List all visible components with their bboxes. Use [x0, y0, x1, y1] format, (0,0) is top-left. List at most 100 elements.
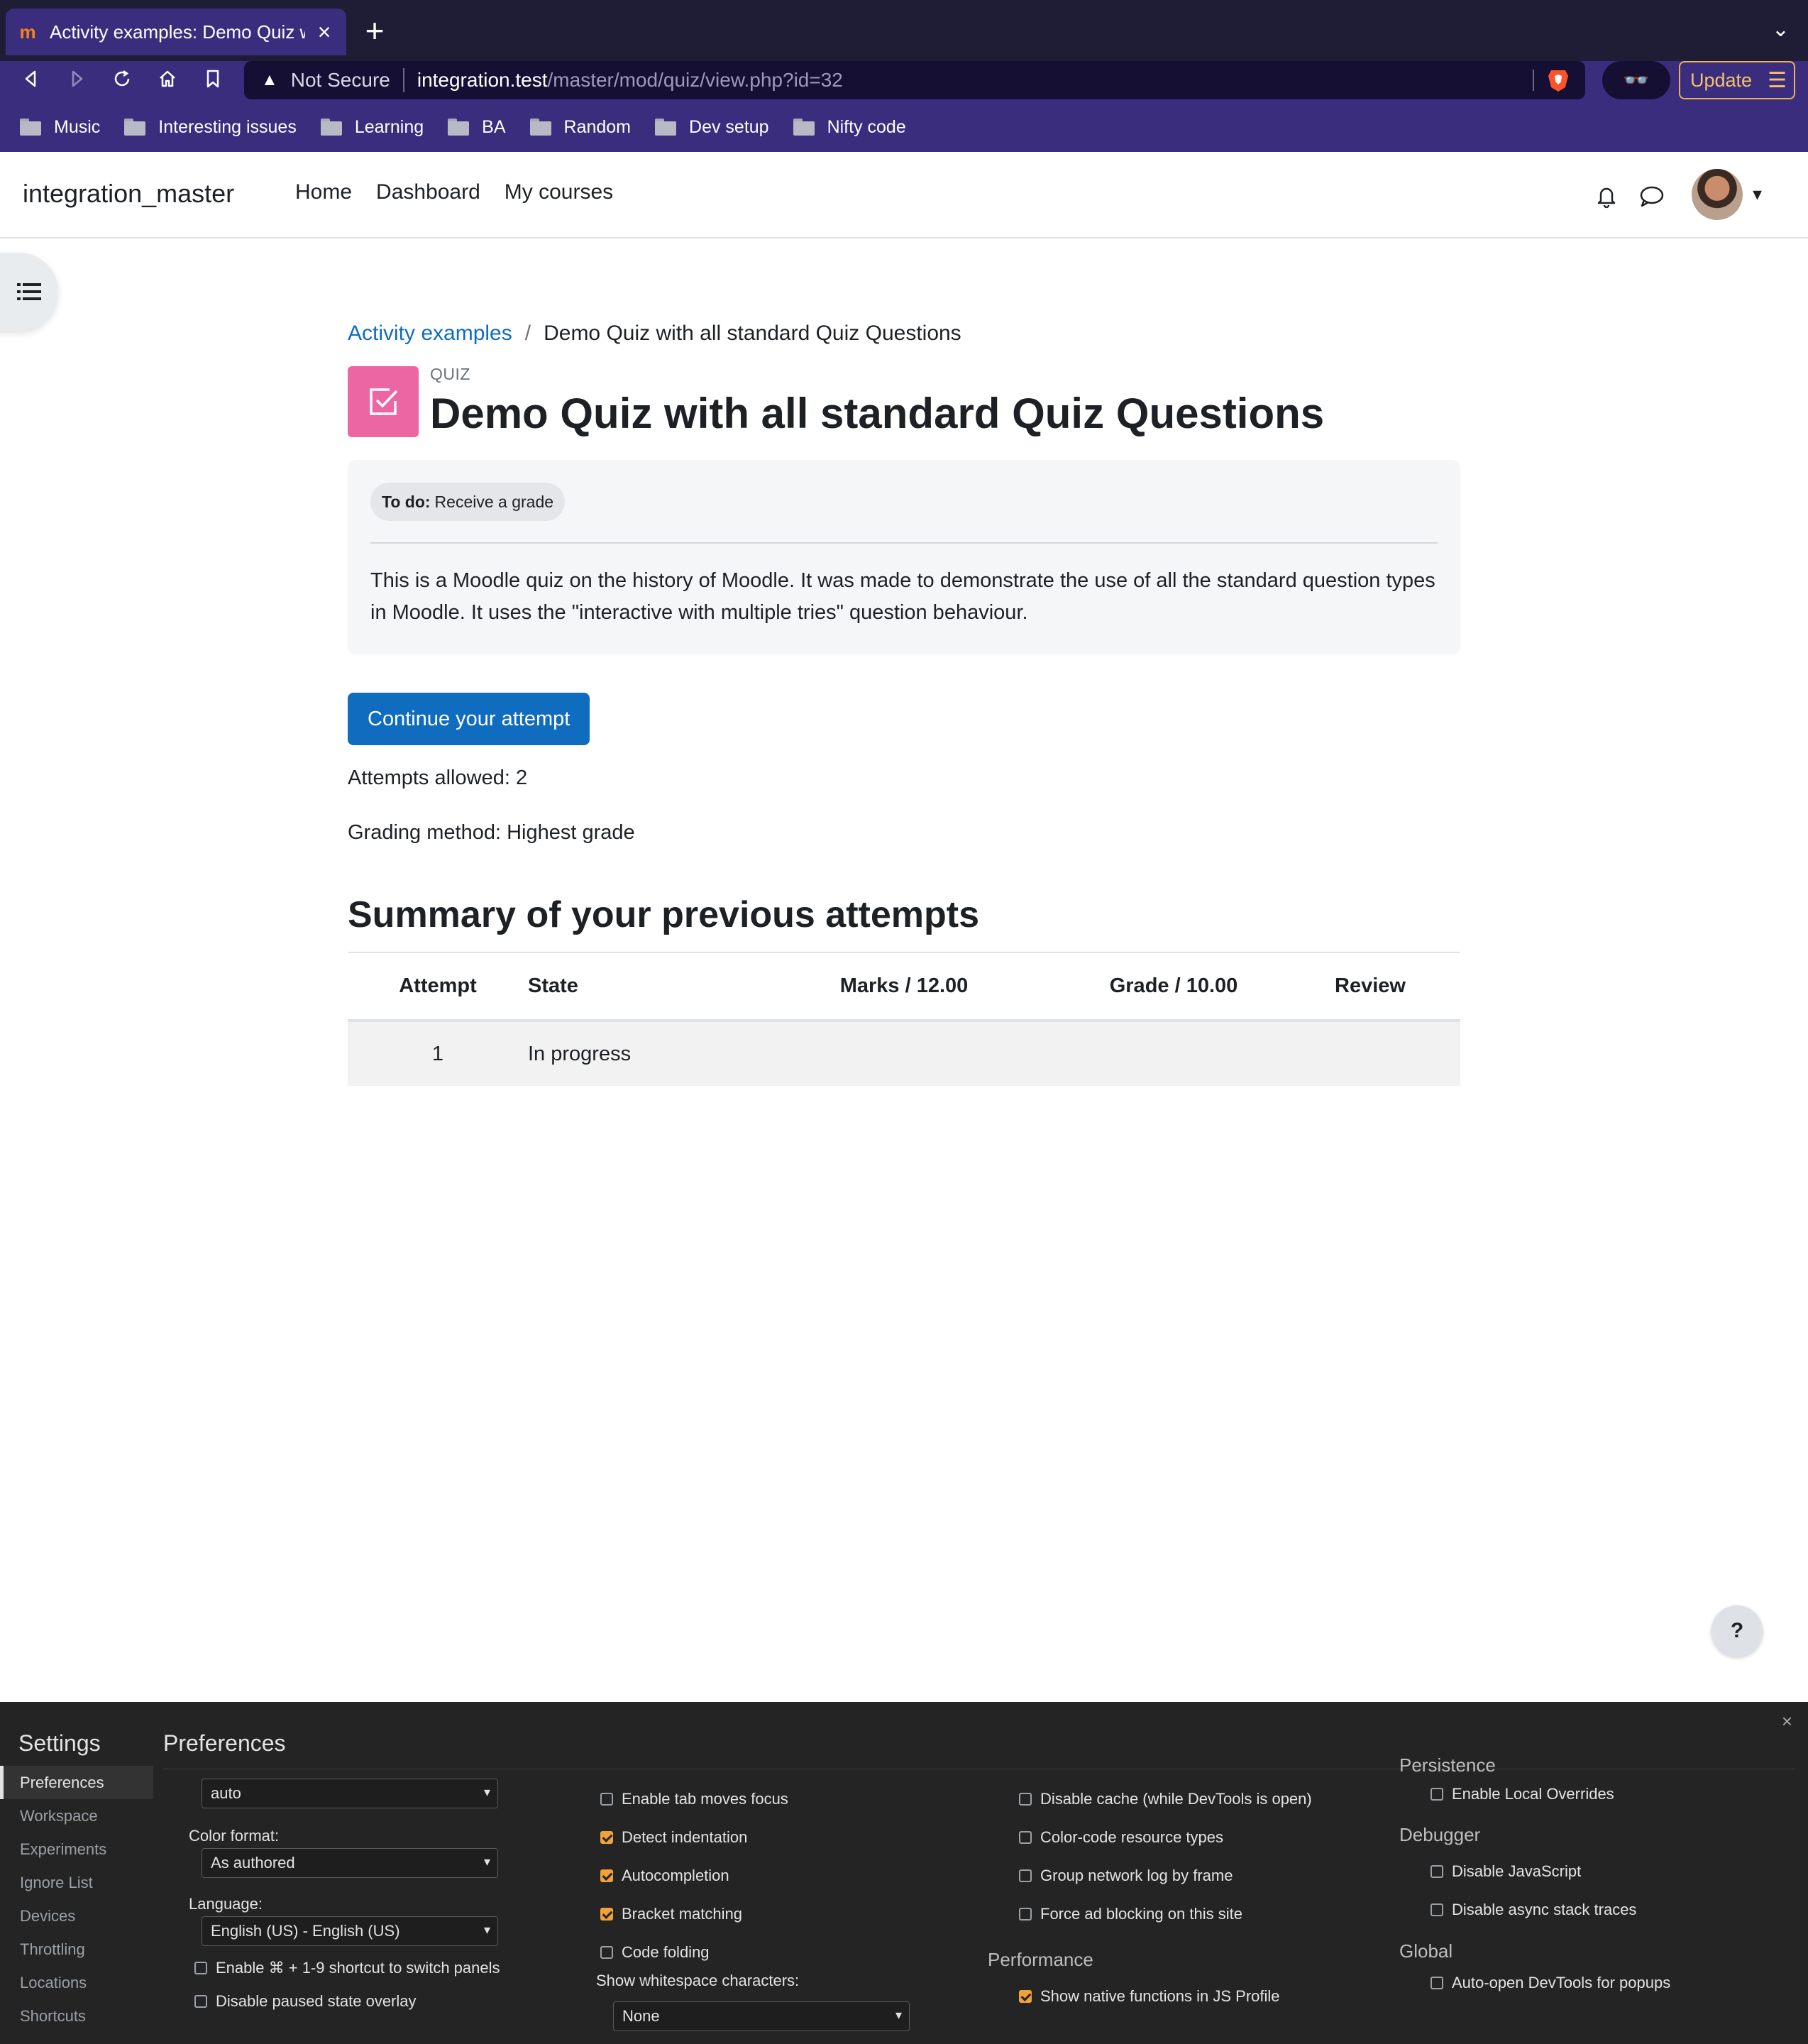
bookmark-folder[interactable]: Random: [529, 116, 632, 138]
group-network-log-checkbox[interactable]: Group network log by frame: [1019, 1857, 1312, 1895]
switch-panels-shortcut-checkbox[interactable]: Enable ⌘ + 1-9 shortcut to switch panels: [194, 1949, 500, 1987]
color-format-select[interactable]: As authored: [202, 1848, 498, 1878]
bookmark-button[interactable]: [197, 61, 228, 97]
list-icon: [17, 283, 41, 300]
active-tab[interactable]: m Activity examples: Demo Quiz w ×: [6, 9, 346, 55]
bookmark-label: Random: [563, 116, 632, 137]
breadcrumb-activity-examples[interactable]: Activity examples: [348, 322, 512, 346]
nav-my-courses[interactable]: My courses: [505, 180, 613, 204]
url-path: /master/mod/quiz/view.php?id=32: [547, 69, 843, 91]
nav-dashboard[interactable]: Dashboard: [376, 180, 480, 204]
checkbox-icon: [600, 1793, 613, 1806]
code-folding-checkbox[interactable]: Code folding: [600, 1933, 910, 1972]
force-ad-blocking-checkbox[interactable]: Force ad blocking on this site: [1019, 1895, 1312, 1933]
local-overrides-checkbox[interactable]: Enable Local Overrides: [1431, 1779, 1670, 1810]
quiz-activity-icon: [348, 366, 419, 437]
settings-nav-workspace[interactable]: Workspace: [0, 1799, 153, 1833]
debugger-section-title: Debugger: [1399, 1823, 1481, 1845]
settings-nav-experiments[interactable]: Experiments: [0, 1833, 153, 1866]
preferences-column-appearance: auto Color format: As authored Language:…: [189, 1779, 500, 2016]
folder-icon: [448, 119, 470, 136]
reload-button[interactable]: [106, 61, 138, 97]
tab-list-chevron-icon[interactable]: ⌄: [1772, 17, 1790, 42]
back-button[interactable]: [16, 61, 47, 97]
user-menu-chevron-icon[interactable]: ▾: [1753, 183, 1762, 205]
whitespace-select[interactable]: None: [613, 2001, 910, 2031]
site-navbar: integration_master Home Dashboard My cou…: [0, 152, 1808, 238]
attempt-number: 1: [348, 1021, 528, 1086]
glasses-icon: 👓: [1623, 68, 1650, 92]
bracket-matching-checkbox[interactable]: Bracket matching: [600, 1895, 910, 1933]
settings-nav-locations[interactable]: Locations: [0, 1966, 153, 1999]
url-divider: [1533, 70, 1534, 91]
settings-nav-shortcuts[interactable]: Shortcuts: [0, 1999, 153, 2033]
settings-nav-throttling[interactable]: Throttling: [0, 1933, 153, 1966]
course-index-toggle[interactable]: [0, 253, 58, 331]
detect-indentation-checkbox[interactable]: Detect indentation: [600, 1818, 910, 1857]
column-header: Review: [1280, 952, 1460, 1022]
continue-attempt-button[interactable]: Continue your attempt: [348, 693, 590, 745]
update-label: Update: [1690, 69, 1753, 91]
checkbox-icon: [1431, 1903, 1443, 1916]
checkbox-label: Auto-open DevTools for popups: [1452, 1974, 1671, 1991]
forward-button[interactable]: [61, 61, 92, 97]
bookmark-label: Learning: [354, 116, 424, 137]
persistence-section-title: Persistence: [1399, 1754, 1496, 1776]
site-name[interactable]: integration_master: [23, 179, 234, 209]
bookmark-folder[interactable]: Music: [20, 117, 100, 138]
notifications-bell-icon[interactable]: [1592, 182, 1621, 210]
disable-javascript-checkbox[interactable]: Disable JavaScript: [1431, 1852, 1670, 1891]
bookmark-folder[interactable]: Learning: [320, 116, 424, 138]
reader-mode-button[interactable]: 👓: [1602, 61, 1670, 99]
disable-async-stack-checkbox[interactable]: Disable async stack traces: [1431, 1891, 1670, 1929]
performance-section-title: Performance: [988, 1948, 1093, 1970]
update-button[interactable]: Update ☰: [1679, 61, 1795, 99]
breadcrumb: Activity examples / Demo Quiz with all s…: [348, 312, 1460, 355]
completion-badge: To do: Receive a grade: [370, 483, 566, 521]
theme-select[interactable]: auto: [202, 1779, 498, 1808]
close-icon[interactable]: ×: [1782, 1710, 1792, 1732]
checkbox-label: Autocompletion: [622, 1867, 729, 1884]
language-label: Language:: [189, 1895, 263, 1913]
show-native-functions-checkbox[interactable]: Show native functions in JS Profile: [1019, 1977, 1312, 2016]
activity-header: QUIZ Demo Quiz with all standard Quiz Qu…: [348, 363, 1460, 446]
moodle-favicon-icon: m: [19, 21, 36, 43]
settings-nav-devices[interactable]: Devices: [0, 1899, 153, 1933]
help-button[interactable]: ?: [1711, 1605, 1763, 1656]
activity-type-label: QUIZ: [430, 365, 470, 383]
user-avatar[interactable]: [1692, 169, 1743, 220]
preferences-column-sources: Enable tab moves focus Detect indentatio…: [596, 1780, 910, 2031]
checkbox-icon: [1019, 1908, 1032, 1921]
tab-close-icon[interactable]: ×: [314, 19, 335, 45]
brave-shields-icon[interactable]: [1547, 67, 1570, 93]
language-select[interactable]: English (US) - English (US): [202, 1916, 498, 1946]
navigation-bar: ▲ Not Secure integration.test/master/mod…: [0, 61, 1808, 99]
checkbox-icon: [600, 1946, 613, 1959]
bookmark-folder[interactable]: Dev setup: [655, 117, 769, 138]
grading-method: Grading method: Highest grade: [348, 821, 635, 844]
autocompletion-checkbox[interactable]: Autocompletion: [600, 1857, 910, 1895]
settings-nav-preferences[interactable]: Preferences: [0, 1766, 153, 1799]
checkbox-label: Group network log by frame: [1040, 1867, 1233, 1884]
tab-moves-focus-checkbox[interactable]: Enable tab moves focus: [600, 1780, 910, 1818]
auto-open-devtools-checkbox[interactable]: Auto-open DevTools for popups: [1431, 1969, 1670, 1997]
home-button[interactable]: [152, 61, 183, 97]
messages-chat-icon[interactable]: [1638, 183, 1666, 210]
activity-information: To do: Receive a grade This is a Moodle …: [348, 460, 1460, 654]
color-code-resources-checkbox[interactable]: Color-code resource types: [1019, 1818, 1312, 1857]
checkbox-icon: [1019, 1869, 1032, 1882]
bookmark-folder[interactable]: Nifty code: [793, 117, 906, 138]
checkbox-icon: [600, 1869, 613, 1882]
settings-nav-ignore-list[interactable]: Ignore List: [0, 1866, 153, 1899]
menu-icon: ☰: [1768, 68, 1787, 92]
bookmark-folder[interactable]: Interesting issues: [124, 117, 297, 138]
divider: [370, 542, 1438, 544]
disable-cache-checkbox[interactable]: Disable cache (while DevTools is open): [1019, 1780, 1312, 1818]
address-bar[interactable]: ▲ Not Secure integration.test/master/mod…: [244, 61, 1585, 99]
paused-overlay-checkbox[interactable]: Disable paused state overlay: [194, 1987, 500, 2016]
bookmark-folder[interactable]: BA: [448, 117, 506, 138]
nav-home[interactable]: Home: [295, 180, 352, 204]
attempt-review: [1280, 1021, 1460, 1086]
settings-nav: Preferences Workspace Experiments Ignore…: [0, 1766, 153, 2033]
new-tab-button[interactable]: +: [360, 13, 389, 48]
